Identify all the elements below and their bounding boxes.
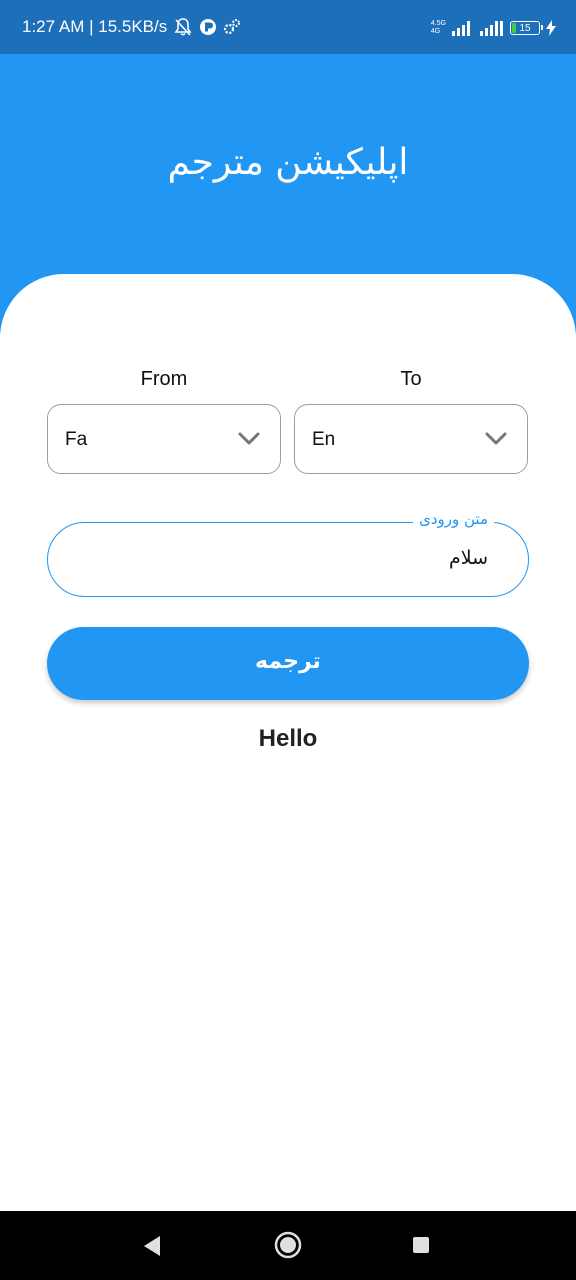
status-time-speed: 1:27 AM | 15.5KB/s — [22, 17, 168, 36]
translation-result: Hello — [258, 725, 318, 752]
status-right: 4.5G 4G 15 — [431, 20, 556, 36]
network-label-bottom: 4G — [430, 28, 441, 35]
status-bar: 1:27 AM | 15.5KB/s 4.5G 4G 15 — [0, 0, 576, 54]
from-language-dropdown[interactable]: Fa — [47, 404, 281, 474]
battery-icon: 15 — [510, 21, 543, 35]
source-text-label: متن ورودی — [413, 510, 494, 528]
network-label-top: 4.5G — [430, 20, 446, 27]
to-language-dropdown[interactable]: En — [294, 404, 528, 474]
home-icon[interactable] — [274, 1231, 302, 1259]
translate-button[interactable]: ترجمه — [47, 627, 529, 700]
from-language-value: Fa — [65, 429, 88, 450]
from-label: From — [140, 368, 188, 390]
notifications-off-icon — [174, 18, 192, 36]
settings-icon — [224, 19, 241, 35]
battery-level: 15 — [519, 22, 531, 34]
signal-icon-2 — [480, 21, 503, 36]
source-text-value[interactable]: سلام — [449, 547, 488, 569]
network-type: 4.5G 4G — [431, 20, 446, 36]
source-text-input[interactable]: متن ورودی سلام — [47, 510, 529, 597]
page-title: اپلیکیشن مترجم — [167, 142, 409, 183]
navigation-bar — [0, 1211, 576, 1280]
app-notification-icon — [200, 19, 217, 35]
to-label: To — [400, 368, 422, 390]
chevron-down-icon — [238, 432, 260, 445]
to-language-value: En — [312, 429, 336, 450]
back-icon[interactable] — [142, 1235, 162, 1257]
recents-icon[interactable] — [412, 1236, 430, 1254]
charging-icon — [546, 20, 556, 36]
battery-fill — [512, 23, 516, 33]
chevron-down-icon — [485, 432, 507, 445]
status-left: 1:27 AM | 15.5KB/s — [22, 0, 241, 54]
signal-icon — [452, 21, 470, 36]
